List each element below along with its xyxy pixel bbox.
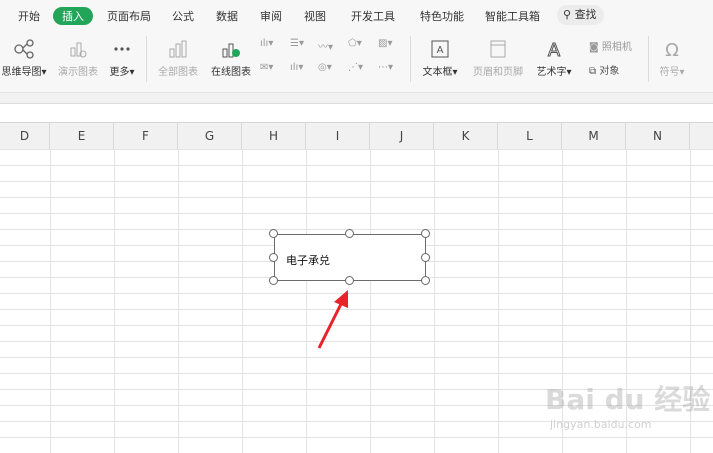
textbox-button[interactable]: A 文本框▾	[418, 38, 462, 78]
camera-label: 照相机	[601, 42, 632, 53]
tab-formulas[interactable]: 公式	[172, 8, 194, 24]
sheet-area-spacer	[0, 104, 713, 122]
camera-button[interactable]: ◙ 照相机	[589, 38, 632, 53]
resize-handle[interactable]	[421, 229, 430, 238]
search-label: 查找	[574, 8, 597, 21]
radar-chart-icon[interactable]: ⋯▾	[378, 62, 393, 73]
red-arrow-icon	[317, 290, 348, 349]
textbox-label: 文本框	[422, 67, 453, 78]
demo-chart-icon	[70, 42, 87, 58]
mindmap-icon	[14, 39, 34, 59]
all-charts-button[interactable]: 全部图表	[154, 38, 202, 78]
svg-text:A: A	[437, 45, 444, 56]
column-header[interactable]: J	[370, 123, 434, 149]
column-chart-icon[interactable]: ılı▾	[260, 38, 273, 49]
tab-home[interactable]: 开始	[18, 8, 40, 24]
header-footer-button[interactable]: 页眉和页脚	[470, 38, 526, 78]
online-chart-icon	[222, 43, 240, 58]
all-charts-label: 全部图表	[158, 67, 198, 78]
tab-data[interactable]: 数据	[216, 8, 238, 24]
tab-review[interactable]: 审阅	[260, 8, 282, 24]
resize-handle[interactable]	[421, 253, 430, 262]
wordart-icon: A	[547, 40, 561, 61]
ribbon: 思维导图▾ 演示图表 更多▾ 全部图表 在线图表 ılı▾ ☰▾ 〰▾ ⬠▾ ▨…	[0, 32, 713, 93]
mindmap-label: 思维导图	[1, 67, 42, 78]
watermark-logo: Bai du 经验	[545, 383, 711, 416]
column-header[interactable]: H	[242, 123, 306, 149]
object-button[interactable]: ⧉ 对象	[589, 62, 619, 77]
symbol-label: 符号	[659, 67, 680, 78]
text-box-content[interactable]: 电子承兑	[286, 252, 330, 268]
more-button[interactable]: 更多▾	[106, 38, 138, 78]
wordart-button[interactable]: A 艺术字▾	[532, 38, 576, 79]
object-icon: ⧉	[589, 66, 597, 77]
column-header[interactable]: K	[434, 123, 498, 149]
grid-line	[434, 149, 435, 453]
column-header[interactable]: I	[306, 123, 370, 149]
search-box[interactable]: ⚲ 查找	[557, 5, 604, 25]
stock-chart-icon[interactable]: ✉▾	[260, 62, 273, 73]
more-icon	[114, 47, 130, 51]
resize-handle[interactable]	[421, 276, 430, 285]
demo-chart-button[interactable]: 演示图表	[55, 38, 101, 78]
grid-line	[498, 149, 499, 453]
svg-text:Ω: Ω	[665, 40, 679, 60]
object-label: 对象	[599, 66, 620, 77]
combo-chart-icon[interactable]: ılı▾	[290, 62, 303, 73]
column-header[interactable]: G	[178, 123, 242, 149]
grid-line	[114, 149, 115, 453]
menu-bar: 开始 插入 页面布局 公式 数据 审阅 视图 开发工具 特色功能 智能工具箱 ⚲…	[0, 0, 713, 32]
resize-handle[interactable]	[269, 276, 278, 285]
tab-smart-tools[interactable]: 智能工具箱	[485, 8, 540, 24]
pie-chart-icon[interactable]: ⬠▾	[348, 38, 362, 49]
line-chart-icon[interactable]: 〰▾	[318, 38, 333, 53]
column-header[interactable]: D	[0, 123, 50, 149]
resize-handle[interactable]	[345, 276, 354, 285]
formula-bar[interactable]	[0, 93, 713, 104]
tab-page-layout[interactable]: 页面布局	[107, 8, 151, 24]
column-header[interactable]: N	[626, 123, 690, 149]
svg-text:A: A	[548, 40, 561, 60]
column-header[interactable]: L	[498, 123, 562, 149]
bar-chart-horizontal-icon[interactable]: ☰▾	[290, 38, 304, 49]
mindmap-button[interactable]: 思维导图▾	[0, 38, 48, 78]
grid-line	[370, 149, 371, 453]
header-footer-icon	[490, 40, 506, 58]
text-box[interactable]: 电子承兑	[274, 234, 426, 281]
ribbon-divider	[146, 36, 147, 82]
grid-line	[306, 149, 307, 453]
demo-chart-label: 演示图表	[58, 67, 98, 78]
watermark-url: jingyan.baidu.com	[550, 418, 652, 431]
grid-line	[50, 149, 51, 453]
search-icon: ⚲	[563, 8, 572, 21]
ribbon-divider	[410, 36, 411, 82]
online-chart-button[interactable]: 在线图表	[207, 38, 255, 78]
bar-chart-icon	[169, 40, 187, 58]
tab-special[interactable]: 特色功能	[420, 8, 464, 24]
grid-line	[178, 149, 179, 453]
tab-insert[interactable]: 插入	[53, 7, 93, 25]
area-chart-icon[interactable]: ▨▾	[378, 38, 392, 49]
column-header-row: D E F G H I J K L M N	[0, 122, 713, 150]
resize-handle[interactable]	[345, 229, 354, 238]
tab-view[interactable]: 视图	[304, 8, 326, 24]
resize-handle[interactable]	[269, 253, 278, 262]
resize-handle[interactable]	[269, 229, 278, 238]
grid-line	[242, 149, 243, 453]
online-chart-label: 在线图表	[211, 67, 251, 78]
header-footer-label: 页眉和页脚	[473, 67, 523, 78]
omega-icon: Ω	[665, 40, 679, 60]
textbox-icon: A	[431, 40, 449, 58]
ribbon-divider	[648, 36, 649, 82]
donut-chart-icon[interactable]: ◎▾	[318, 62, 332, 73]
column-header[interactable]: M	[562, 123, 626, 149]
wordart-label: 艺术字	[536, 67, 567, 78]
tab-developer[interactable]: 开发工具	[351, 8, 395, 24]
symbol-button[interactable]: Ω 符号▾	[655, 38, 689, 78]
scatter-chart-icon[interactable]: ⋰▾	[348, 62, 363, 73]
column-header[interactable]: F	[114, 123, 178, 149]
camera-icon: ◙	[589, 42, 599, 53]
column-header[interactable]: E	[50, 123, 114, 149]
more-label: 更多	[109, 67, 130, 78]
